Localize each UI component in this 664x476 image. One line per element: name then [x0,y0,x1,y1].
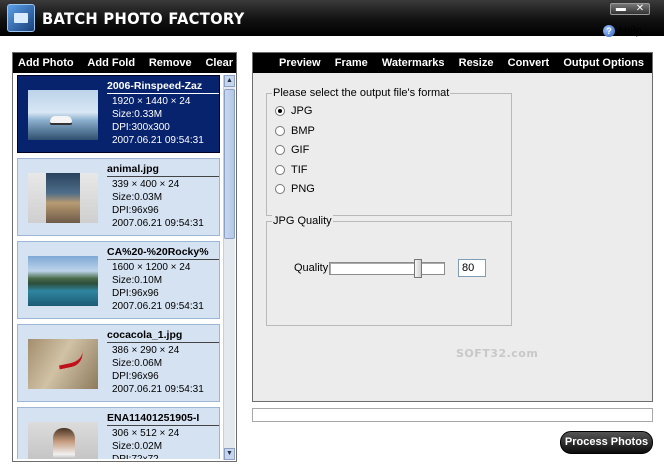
photo-dpi: DPI:300x300 [112,122,170,133]
scroll-up-icon[interactable]: ▲ [224,75,235,87]
photo-name: 2006-Rinspeed-Zaz [107,80,219,94]
title-bar: BATCH PHOTO FACTORY ▬ ✕ [0,0,664,36]
photo-size: Size:0.10M [112,275,163,286]
photo-toolbar: Add Photo Add Fold Remove Clear [13,53,236,73]
help-icon: ? [603,25,615,37]
radio-circle-icon[interactable] [275,145,285,155]
radio-circle-icon[interactable] [275,106,285,116]
photo-date: 2007.06.21 09:54:31 [112,384,204,395]
minimize-button[interactable]: ▬ [616,4,626,14]
help-link[interactable]: ? Help [603,25,642,37]
photo-dpi: DPI:96x96 [112,288,159,299]
photo-item[interactable]: animal.jpg 339 × 400 × 24 Size:0.03M DPI:96… [17,158,220,236]
photo-thumbnail [24,252,102,310]
photo-size: Size:0.02M [112,441,163,452]
format-option-label: BMP [291,124,315,137]
photo-dimensions: 1920 × 1440 × 24 [112,96,191,107]
scroll-down-icon[interactable]: ▼ [224,448,235,460]
photo-dpi: DPI:96x96 [112,371,159,382]
photo-name: cocacola_1.jpg [107,329,219,343]
photo-list-scrollbar[interactable]: ▲ ▼ [223,75,235,460]
photo-list-panel: Add Photo Add Fold Remove Clear 2006-Rin… [12,52,237,462]
scroll-thumb[interactable] [224,89,235,239]
photo-info: cocacola_1.jpg 386 × 290 × 24 Size:0.06M DP… [107,329,219,396]
photo-thumbnail [24,169,102,227]
photo-list: 2006-Rinspeed-Zaz 1920 × 1440 × 24 Size:0.… [17,75,222,459]
status-bar [252,408,653,422]
format-radio-gif[interactable]: GIF [275,144,309,156]
app-logo-icon [7,4,35,32]
photo-item[interactable]: CA%20-%20Rocky% 1600 × 1200 × 24 Size:0.10… [17,241,220,319]
photo-item[interactable]: cocacola_1.jpg 386 × 290 × 24 Size:0.06M DP… [17,324,220,402]
format-option-label: GIF [291,144,310,156]
photo-thumbnail [24,418,102,459]
add-folder-button[interactable]: Add Fold [87,57,135,69]
format-radio-png[interactable]: PNG [275,183,315,195]
photo-size: Size:0.06M [112,358,163,369]
app-title: BATCH PHOTO FACTORY [42,9,245,28]
tab-frame[interactable]: Frame [335,57,368,69]
quality-label: Quality [294,262,329,274]
photo-dimensions: 386 × 290 × 24 [112,345,180,356]
quality-group-label: JPG Quality [272,215,333,227]
photo-dimensions: 306 × 512 × 24 [112,428,180,439]
clear-button[interactable]: Clear [205,57,233,69]
radio-circle-icon[interactable] [275,125,285,136]
format-option-label: TIF [291,163,308,176]
photo-thumbnail [24,335,102,393]
photo-dimensions: 339 × 400 × 24 [112,179,180,190]
radio-circle-icon[interactable] [275,184,285,194]
format-group: Please select the output file's format J… [266,87,512,216]
format-radio-tif[interactable]: TIF [275,164,308,176]
photo-info: ENA11401251905-I 306 × 512 × 24 Size:0.02M… [107,412,219,459]
photo-info: CA%20-%20Rocky% 1600 × 1200 × 24 Size:0.10… [107,246,219,313]
format-radio-bmp[interactable]: BMP [275,125,315,137]
tab-preview[interactable]: Preview [279,57,321,69]
add-photo-button[interactable]: Add Photo [18,57,74,69]
format-option-label: PNG [291,183,315,195]
help-label: Help [619,25,642,37]
photo-dimensions: 1600 × 1200 × 24 [112,262,191,273]
tab-bar: Preview Frame Watermarks Resize Convert … [253,53,652,73]
photo-size: Size:0.03M [112,192,163,203]
photo-item[interactable]: 2006-Rinspeed-Zaz 1920 × 1440 × 24 Size:0.… [17,75,220,153]
process-photos-button[interactable]: Process Photos [560,431,653,454]
settings-panel: Preview Frame Watermarks Resize Convert … [252,52,653,402]
radio-circle-icon[interactable] [275,164,285,175]
photo-info: 2006-Rinspeed-Zaz 1920 × 1440 × 24 Size:0.… [107,80,219,147]
photo-thumbnail [24,86,102,144]
photo-name: animal.jpg [107,163,219,177]
photo-date: 2007.06.21 09:54:31 [112,135,204,146]
window-controls: ▬ ✕ [610,3,650,15]
watermark-text: SOFT32.com [456,347,539,360]
format-group-label: Please select the output file's format [272,87,451,99]
photo-size: Size:0.33M [112,109,163,120]
quality-slider-knob[interactable] [414,259,423,278]
close-button[interactable]: ✕ [636,4,644,14]
tab-watermarks[interactable]: Watermarks [382,57,445,69]
tab-resize[interactable]: Resize [459,57,494,69]
photo-dpi: DPI:96x96 [112,205,159,216]
format-radio-jpg[interactable]: JPG [275,105,312,117]
photo-name: CA%20-%20Rocky% [107,246,219,260]
photo-date: 2007.06.21 09:54:31 [112,218,204,229]
tab-output-options[interactable]: Output Options [563,57,644,69]
photo-info: animal.jpg 339 × 400 × 24 Size:0.03M DPI:96… [107,163,219,230]
photo-name: ENA11401251905-I [107,412,219,426]
photo-dpi: DPI:72x72 [107,453,219,459]
remove-button[interactable]: Remove [149,57,192,69]
photo-date: 2007.06.21 09:54:31 [112,301,204,312]
quality-slider[interactable] [329,259,445,278]
tab-convert[interactable]: Convert [508,57,550,69]
jpg-quality-group: JPG Quality Quality 80 [266,215,512,326]
photo-item[interactable]: ENA11401251905-I 306 × 512 × 24 Size:0.02M… [17,407,220,459]
format-option-label: JPG [291,105,313,117]
quality-input[interactable]: 80 [458,259,486,277]
